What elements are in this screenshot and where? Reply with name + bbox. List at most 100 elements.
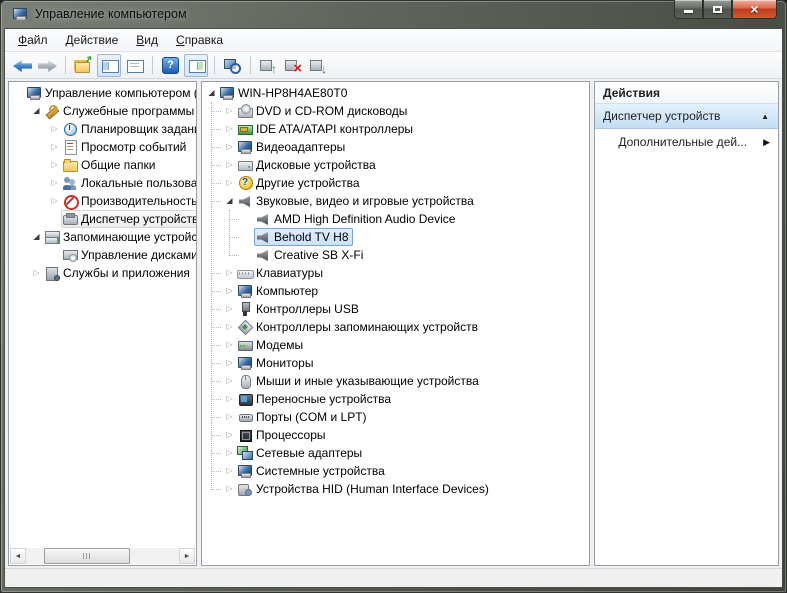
title-bar[interactable]: Управление компьютером × — [0, 0, 787, 28]
expander-icon[interactable] — [48, 157, 61, 173]
menu-view[interactable]: Вид — [127, 30, 167, 50]
device-row-processors[interactable]: Процессоры — [202, 426, 589, 444]
device-row-monitors[interactable]: Мониторы — [202, 354, 589, 372]
expander-icon[interactable] — [223, 121, 236, 137]
device-row-sound[interactable]: Звуковые, видео и игровые устройства — [202, 192, 589, 210]
expander-icon[interactable] — [30, 103, 43, 119]
expander-icon[interactable] — [223, 193, 236, 209]
tree-item-task-scheduler[interactable]: Планировщик заданий — [9, 120, 196, 138]
device-row-disk-drives[interactable]: Дисковые устройства — [202, 156, 589, 174]
device-row-portable[interactable]: Переносные устройства — [202, 390, 589, 408]
device-row-usb[interactable]: Контроллеры USB — [202, 300, 589, 318]
expander-icon[interactable] — [205, 85, 218, 101]
tree-item-local-users[interactable]: Локальные пользовате — [9, 174, 196, 192]
disable-device-button[interactable] — [307, 54, 330, 77]
expander-icon[interactable] — [223, 355, 236, 371]
expander-icon[interactable] — [30, 265, 43, 281]
forward-button[interactable] — [36, 54, 59, 77]
device-row-keyboards[interactable]: Клавиатуры — [202, 264, 589, 282]
expander-icon[interactable] — [30, 229, 43, 245]
tree-item-performance[interactable]: Производительность — [9, 192, 196, 210]
device-row-computer-node[interactable]: Компьютер — [202, 282, 589, 300]
expander-icon[interactable] — [48, 175, 61, 191]
speaker-icon — [255, 211, 271, 227]
expander-icon[interactable] — [223, 463, 236, 479]
scroll-left-button[interactable]: ◄ — [10, 548, 26, 564]
expander-icon[interactable] — [223, 373, 236, 389]
device-row-display-adapters[interactable]: Видеоадаптеры — [202, 138, 589, 156]
tree-item-storage[interactable]: Запоминающие устройст — [9, 228, 196, 246]
scan-hardware-button[interactable] — [221, 54, 244, 77]
action-pane-toggle-button[interactable] — [184, 54, 208, 77]
device-row-system-devices[interactable]: Системные устройства — [202, 462, 589, 480]
device-row-other-devices[interactable]: Другие устройства — [202, 174, 589, 192]
actions-item-more-actions[interactable]: Дополнительные дей... ▶ — [595, 129, 778, 155]
expander-icon[interactable] — [223, 157, 236, 173]
tree-item-system-tools[interactable]: Служебные программы — [9, 102, 196, 120]
scrollbar-thumb[interactable] — [44, 548, 130, 564]
tree-item-disk-management[interactable]: Управление дисками — [9, 246, 196, 264]
expander-icon[interactable] — [48, 139, 61, 155]
up-level-button[interactable] — [72, 54, 95, 77]
device-row-ports[interactable]: Порты (COM и LPT) — [202, 408, 589, 426]
device-row-storage-controllers[interactable]: Контроллеры запоминающих устройств — [202, 318, 589, 336]
menu-file[interactable]: Файл — [9, 30, 57, 50]
tree-item-device-manager[interactable]: Диспетчер устройств — [9, 210, 196, 228]
uninstall-device-button[interactable] — [282, 54, 305, 77]
tree-item-shared-folders[interactable]: Общие папки — [9, 156, 196, 174]
back-icon — [13, 60, 32, 73]
actions-pane: Действия Диспетчер устройств ▲ Дополните… — [594, 81, 779, 566]
tree-item-event-viewer[interactable]: Просмотр событий — [9, 138, 196, 156]
expander-icon[interactable] — [223, 301, 236, 317]
expander-icon[interactable] — [223, 427, 236, 443]
expander-icon[interactable] — [223, 139, 236, 155]
menu-bar: Файл Действие Вид Справка — [5, 29, 782, 52]
scrollbar-track[interactable] — [26, 548, 179, 564]
help-button[interactable] — [159, 54, 182, 77]
close-button[interactable]: × — [732, 0, 777, 19]
expander-icon[interactable] — [223, 481, 236, 497]
maximize-button[interactable] — [703, 0, 732, 19]
update-driver-button[interactable] — [257, 54, 280, 77]
minimize-button[interactable] — [674, 0, 703, 19]
expander-icon[interactable] — [48, 121, 61, 137]
console-tree: Управление компьютером (л Служебные прог… — [9, 82, 196, 282]
properties-button[interactable] — [123, 54, 146, 77]
scan-hardware-icon — [224, 57, 241, 74]
hid-icon — [237, 481, 253, 497]
expander-icon[interactable] — [223, 175, 236, 191]
device-row-behold-tv[interactable]: Behold TV H8 — [202, 228, 589, 246]
storage-controller-icon — [237, 319, 253, 335]
expander-icon[interactable] — [223, 265, 236, 281]
expander-icon[interactable] — [223, 445, 236, 461]
device-row-ide[interactable]: IDE ATA/ATAPI контроллеры — [202, 120, 589, 138]
device-row-computer[interactable]: WIN-HP8H4AE80T0 — [202, 84, 589, 102]
device-row-modems[interactable]: Модемы — [202, 336, 589, 354]
chevron-up-icon[interactable]: ▲ — [761, 112, 769, 121]
expander-icon[interactable] — [223, 103, 236, 119]
tree-item-computer-management[interactable]: Управление компьютером (л — [9, 84, 196, 102]
expander-icon[interactable] — [48, 193, 61, 209]
actions-group-device-manager[interactable]: Диспетчер устройств ▲ — [595, 104, 778, 129]
menu-help[interactable]: Справка — [167, 30, 232, 50]
scroll-right-button[interactable]: ► — [179, 548, 195, 564]
action-pane-icon — [188, 57, 205, 74]
device-row-hid[interactable]: Устройства HID (Human Interface Devices) — [202, 480, 589, 498]
expander-icon[interactable] — [223, 391, 236, 407]
device-row-creative-sb[interactable]: Creative SB X-Fi — [202, 246, 589, 264]
device-manager-icon — [62, 211, 78, 227]
horizontal-scrollbar[interactable]: ◄ ► — [10, 548, 195, 564]
device-row-network-adapters[interactable]: Сетевые адаптеры — [202, 444, 589, 462]
menu-action[interactable]: Действие — [57, 30, 128, 50]
expander-icon[interactable] — [223, 409, 236, 425]
tree-item-services[interactable]: Службы и приложения — [9, 264, 196, 282]
device-row-amd-audio[interactable]: AMD High Definition Audio Device — [202, 210, 589, 228]
toolbar-separator — [65, 56, 66, 74]
device-row-mice[interactable]: Мыши и иные указывающие устройства — [202, 372, 589, 390]
expander-icon[interactable] — [223, 337, 236, 353]
console-tree-toggle-button[interactable] — [97, 54, 121, 77]
device-row-dvd[interactable]: DVD и CD-ROM дисководы — [202, 102, 589, 120]
expander-icon[interactable] — [223, 283, 236, 299]
expander-icon[interactable] — [223, 319, 236, 335]
back-button[interactable] — [11, 54, 34, 77]
